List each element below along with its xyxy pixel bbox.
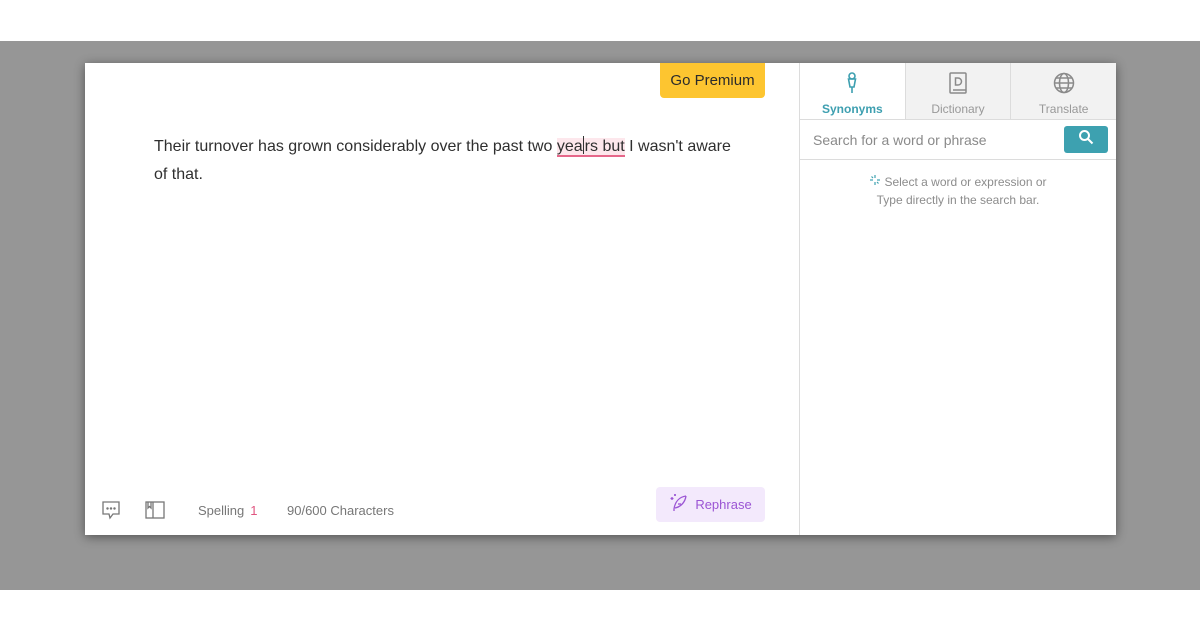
spelling-counter[interactable]: Spelling 1: [198, 503, 258, 518]
globe-icon: [1052, 71, 1076, 102]
spelling-label: Spelling: [198, 503, 245, 518]
error-text-part1: yea: [556, 138, 583, 155]
tab-dictionary[interactable]: Dictionary: [904, 63, 1011, 119]
tab-translate-label: Translate: [1038, 102, 1089, 116]
hint-line-1: Select a word or expression or: [884, 175, 1047, 189]
hint-line-2: Type directly in the search bar.: [876, 193, 1040, 207]
tab-synonyms[interactable]: Synonyms: [800, 63, 905, 119]
sidebar-search: [800, 120, 1116, 160]
spelling-error-highlight[interactable]: yea rs but: [556, 136, 625, 157]
comment-icon[interactable]: [100, 499, 122, 521]
sidebar-hint: Select a word or expression or Type dire…: [800, 173, 1116, 209]
tab-dictionary-label: Dictionary: [931, 102, 985, 116]
sidebar-panel: Synonyms Dictionary Translate Search for…: [800, 63, 1117, 535]
editor-text-before: Their turnover has grown considerably ov…: [154, 138, 557, 155]
character-counter: 90/600 Characters: [287, 503, 394, 518]
editor-text-area[interactable]: Their turnover has grown considerably ov…: [154, 133, 744, 189]
error-text-part2: rs but: [584, 138, 625, 155]
tab-synonyms-label: Synonyms: [821, 102, 883, 116]
search-button[interactable]: [1064, 126, 1108, 153]
editor-panel: Go Premium Their turnover has grown cons…: [85, 63, 800, 535]
feather-sparkle-icon: [669, 493, 689, 516]
pen-icon: [840, 71, 864, 102]
sparkle-icon: [869, 173, 881, 191]
sidebar-tabs: Synonyms Dictionary Translate: [800, 63, 1117, 120]
app-window: Go Premium Their turnover has grown cons…: [85, 63, 1117, 535]
spelling-count: 1: [250, 503, 258, 518]
tab-translate[interactable]: Translate: [1010, 63, 1117, 119]
editor-bottom-bar: Spelling 1 90/600 Characters Rephrase: [85, 487, 799, 535]
dictionary-icon: [946, 71, 970, 102]
book-panel-icon[interactable]: [144, 499, 166, 521]
search-input[interactable]: [800, 120, 1060, 159]
rephrase-button[interactable]: Rephrase: [656, 487, 765, 522]
go-premium-button[interactable]: Go Premium: [660, 63, 765, 98]
rephrase-label: Rephrase: [695, 497, 752, 512]
search-icon: [1078, 129, 1094, 150]
